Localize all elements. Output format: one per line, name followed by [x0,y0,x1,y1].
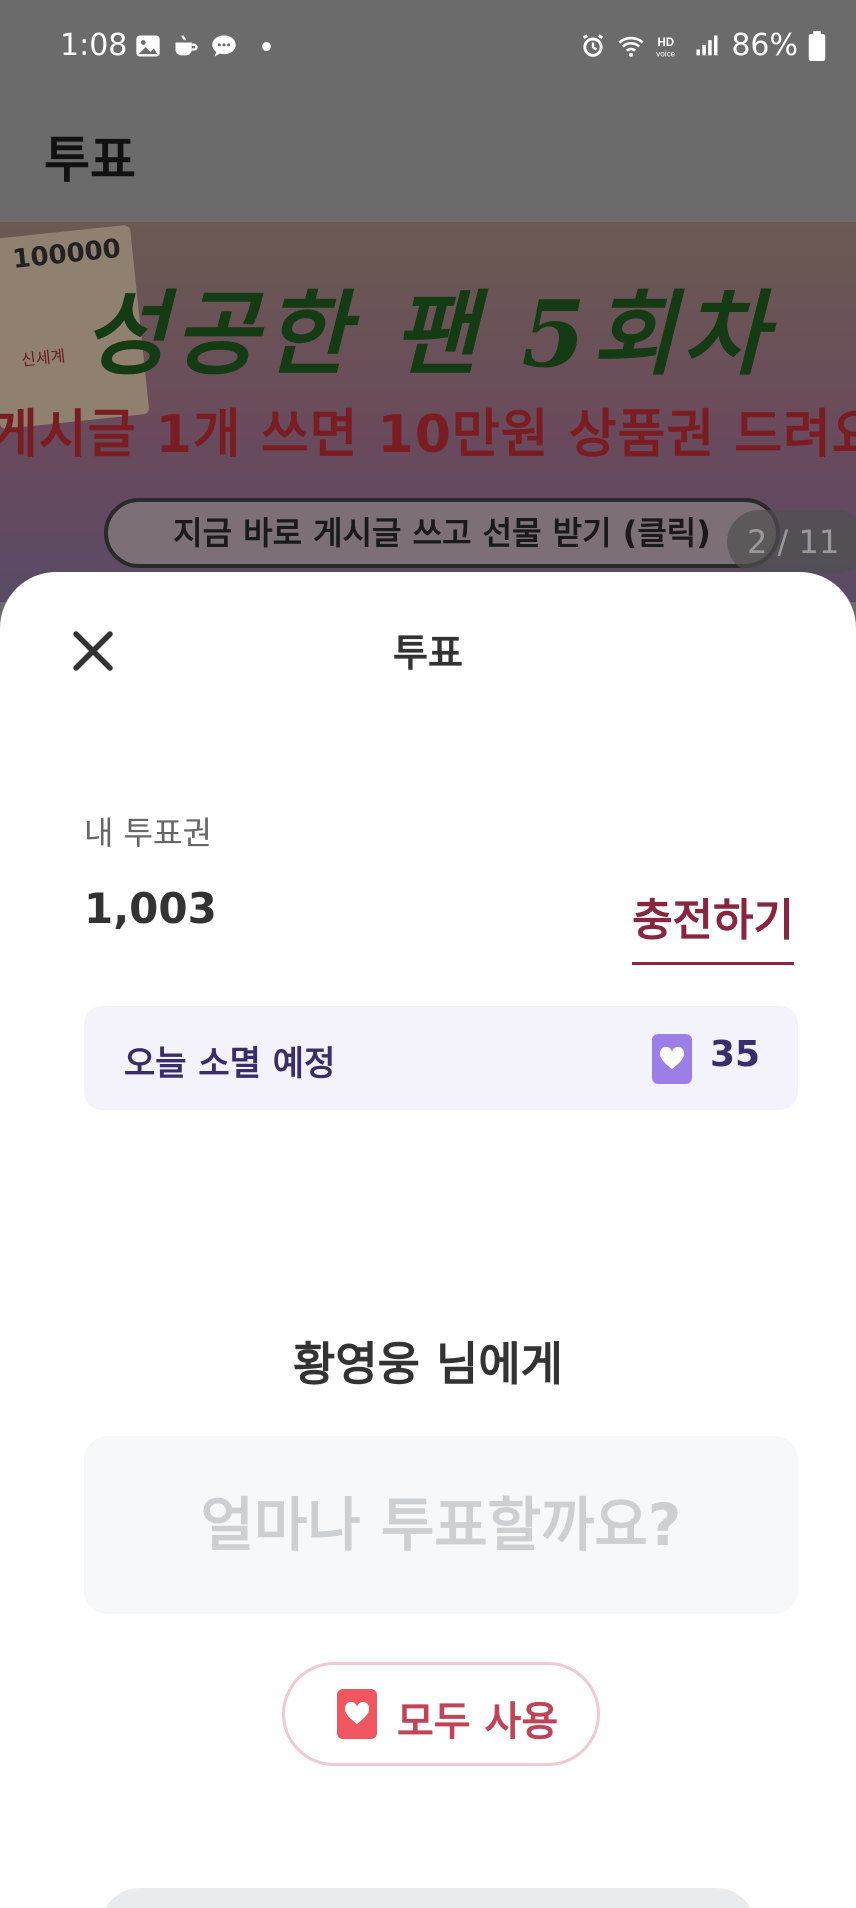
vote-bottom-sheet: 투표 내 투표권 1,003 충전하기 오늘 소멸 예정 35 황영웅 님에게 … [0,572,856,1908]
expire-today-count: 35 [710,1034,761,1075]
my-ticket-count: 1,003 [84,884,217,933]
app-header: 투표 [0,96,856,224]
vote-amount-input[interactable] [84,1436,798,1614]
gallery-icon [136,35,160,57]
banner-headline: 성공한 팬 5회차 [83,280,773,388]
app-root: 1:08 HD voice 86% 투표 100000 신세계 성공한 팬 5회차… [0,0,856,1908]
submit-vote-button[interactable] [100,1888,756,1908]
expire-today-label: 오늘 소멸 예정 [124,1044,336,1084]
cafe-icon [175,35,198,56]
recipient-label: 황영웅 님에게 [293,1337,563,1391]
svg-text:HD: HD [658,36,675,49]
heart-ticket-icon [337,1689,377,1739]
notification-dot [262,41,271,51]
battery-percent: 86% [731,28,798,63]
charge-button[interactable]: 충전하기 [632,884,794,965]
status-left-icons [134,32,271,60]
heart-ticket-icon [652,1034,692,1084]
page-title: 투표 [44,131,136,189]
svg-text:voice: voice [656,49,676,58]
banner-cta-button[interactable]: 지금 바로 게시글 쓰고 선물 받기 (클릭) [104,498,780,568]
banner-subline: 게시글 1개 쓰면 10만원 상품권 드려요 [0,405,856,465]
status-right-icons: HD voice 86% [579,28,826,63]
signal-icon [696,35,718,55]
hd-voice-icon: HDvoice [656,36,676,59]
status-bar: 1:08 HD voice 86% [0,0,856,96]
banner-page-counter: 2 / 11 [727,510,856,574]
promo-banner[interactable]: 100000 신세계 성공한 팬 5회차 게시글 1개 쓰면 10만원 상품권 … [0,222,856,602]
my-ticket-label: 내 투표권 [84,814,212,852]
use-all-label: 모두 사용 [397,1699,559,1745]
expire-today-box: 오늘 소멸 예정 35 [84,1006,798,1110]
wifi-icon [618,36,644,57]
sheet-title: 투표 [393,631,463,675]
message-icon [212,35,236,57]
battery-icon [808,30,826,61]
alarm-icon [583,33,604,57]
use-all-button[interactable]: 모두 사용 [282,1662,600,1766]
status-time: 1:08 [60,28,128,63]
